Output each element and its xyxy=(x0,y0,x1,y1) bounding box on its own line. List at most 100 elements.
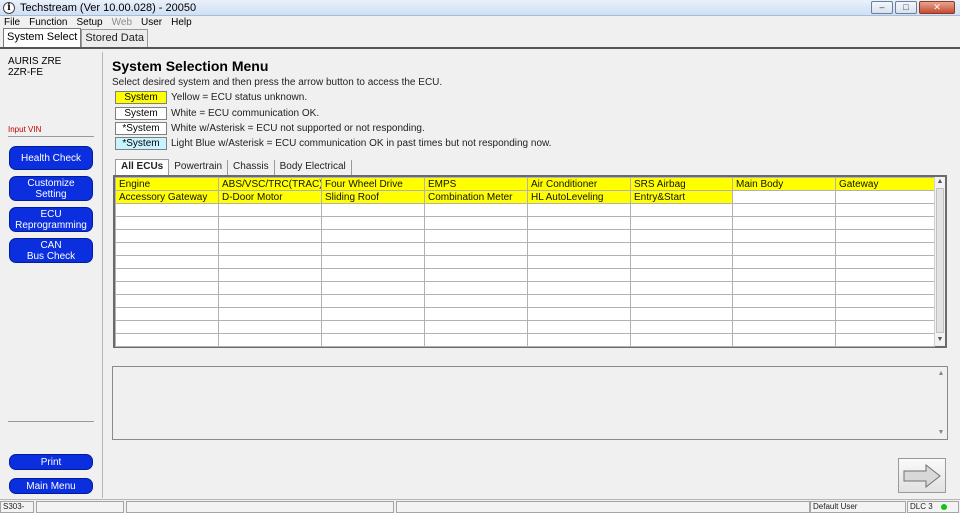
empty-cell xyxy=(218,307,322,321)
status-cell xyxy=(396,501,810,513)
tab-stored-data[interactable]: Stored Data xyxy=(81,29,149,47)
left-panel: AURIS ZRE 2ZR-FE Input VIN Health Check … xyxy=(2,52,103,498)
empty-cell xyxy=(321,294,425,308)
menu-user[interactable]: User xyxy=(141,17,162,28)
empty-cell xyxy=(218,268,322,282)
empty-cell xyxy=(321,268,425,282)
ecu-cell[interactable]: Main Body xyxy=(732,177,836,191)
customize-setting-button[interactable]: Customize Setting xyxy=(9,176,93,201)
ecu-cell[interactable]: Air Conditioner xyxy=(527,177,631,191)
empty-cell xyxy=(527,242,631,256)
table-row xyxy=(115,255,935,269)
message-scrollbar[interactable]: ▲ ▼ xyxy=(936,367,947,439)
empty-cell xyxy=(835,268,935,282)
empty-cell xyxy=(424,307,528,321)
empty-cell xyxy=(732,229,836,243)
menu-help[interactable]: Help xyxy=(171,17,192,28)
status-bar: S303-01 Default User DLC 3 xyxy=(0,499,960,513)
menu-bar: File Function Setup Web User Help xyxy=(0,16,960,29)
health-check-button[interactable]: Health Check xyxy=(9,146,93,170)
empty-cell xyxy=(630,333,733,347)
can-bus-check-button[interactable]: CAN Bus Check xyxy=(9,238,93,263)
table-row: Engine ABS/VSC/TRC(TRAC) Four Wheel Drive E… xyxy=(115,177,935,191)
menu-web[interactable]: Web xyxy=(112,17,132,28)
input-vin-link[interactable]: Input VIN xyxy=(8,125,41,134)
legend-chip-white-asterisk: *System xyxy=(115,122,167,135)
empty-cell xyxy=(527,333,631,347)
empty-cell xyxy=(835,190,935,204)
empty-cell xyxy=(630,229,733,243)
setting-label: Setting xyxy=(35,188,67,200)
empty-cell xyxy=(527,294,631,308)
menu-function[interactable]: Function xyxy=(29,17,67,28)
tab-system-select[interactable]: System Select xyxy=(3,28,82,47)
empty-cell xyxy=(321,307,425,321)
empty-cell xyxy=(732,255,836,269)
empty-cell xyxy=(732,268,836,282)
next-arrow-button[interactable] xyxy=(898,458,946,493)
ecu-label: ECU xyxy=(40,208,62,220)
empty-cell xyxy=(835,307,935,321)
empty-cell xyxy=(835,320,935,334)
empty-cell xyxy=(732,216,836,230)
maximize-icon[interactable]: □ xyxy=(895,1,917,14)
empty-cell xyxy=(732,294,836,308)
empty-cell xyxy=(732,190,836,204)
empty-cell xyxy=(527,281,631,295)
ecu-cell[interactable]: D-Door Motor xyxy=(218,190,322,204)
empty-cell xyxy=(321,242,425,256)
empty-cell xyxy=(115,320,219,334)
table-row xyxy=(115,203,935,217)
empty-cell xyxy=(424,268,528,282)
ecu-cell[interactable]: Four Wheel Drive xyxy=(321,177,425,191)
screen-code: S303-01 xyxy=(0,501,34,513)
empty-cell xyxy=(115,255,219,269)
tab-powertrain[interactable]: Powertrain xyxy=(169,160,229,175)
table-row xyxy=(115,216,935,230)
ecu-cell[interactable]: EMPS xyxy=(424,177,528,191)
tab-all-ecus[interactable]: All ECUs xyxy=(115,159,170,175)
empty-cell xyxy=(527,229,631,243)
vehicle-engine: 2ZR-FE xyxy=(8,67,43,78)
menu-file[interactable]: File xyxy=(4,17,20,28)
ecu-cell[interactable]: Entry&Start xyxy=(630,190,733,204)
menu-setup[interactable]: Setup xyxy=(76,17,102,28)
table-row xyxy=(115,242,935,256)
empty-cell xyxy=(218,203,322,217)
main-menu-button[interactable]: Main Menu xyxy=(9,478,93,494)
scroll-thumb[interactable] xyxy=(936,188,944,333)
empty-cell xyxy=(835,242,935,256)
ecu-cell[interactable]: Accessory Gateway xyxy=(115,190,219,204)
ecu-grid-scrollbar[interactable]: ▲ ▼ xyxy=(934,177,945,346)
empty-cell xyxy=(115,216,219,230)
empty-cell xyxy=(732,281,836,295)
ecu-reprogramming-button[interactable]: ECU Reprogramming xyxy=(9,207,93,232)
ecu-cell[interactable]: Combination Meter xyxy=(424,190,528,204)
empty-cell xyxy=(835,255,935,269)
minimize-icon[interactable]: – xyxy=(871,1,893,14)
ecu-cell[interactable]: Sliding Roof xyxy=(321,190,425,204)
table-row xyxy=(115,268,935,282)
empty-cell xyxy=(424,320,528,334)
ecu-cell[interactable]: Gateway xyxy=(835,177,935,191)
close-icon[interactable]: ✕ xyxy=(919,1,955,14)
ecu-cell[interactable]: Engine xyxy=(115,177,219,191)
scroll-up-icon[interactable]: ▲ xyxy=(936,369,946,379)
table-row xyxy=(115,333,935,347)
main-content: System Selection Menu Select desired sys… xyxy=(104,52,960,498)
print-label: Print xyxy=(40,456,62,468)
tab-body-electrical[interactable]: Body Electrical xyxy=(275,160,352,175)
empty-cell xyxy=(218,333,322,347)
ecu-cell[interactable]: SRS Airbag xyxy=(630,177,733,191)
tab-chassis[interactable]: Chassis xyxy=(228,160,275,175)
ecu-cell[interactable]: ABS/VSC/TRC(TRAC) xyxy=(218,177,322,191)
scroll-down-icon[interactable]: ▼ xyxy=(936,428,946,438)
print-button[interactable]: Print xyxy=(9,454,93,470)
scroll-down-icon[interactable]: ▼ xyxy=(935,335,945,345)
empty-cell xyxy=(732,307,836,321)
ecu-cell[interactable]: HL AutoLeveling xyxy=(527,190,631,204)
empty-cell xyxy=(630,307,733,321)
scroll-up-icon[interactable]: ▲ xyxy=(935,177,945,187)
connection-status-icon xyxy=(941,504,947,510)
table-row xyxy=(115,229,935,243)
